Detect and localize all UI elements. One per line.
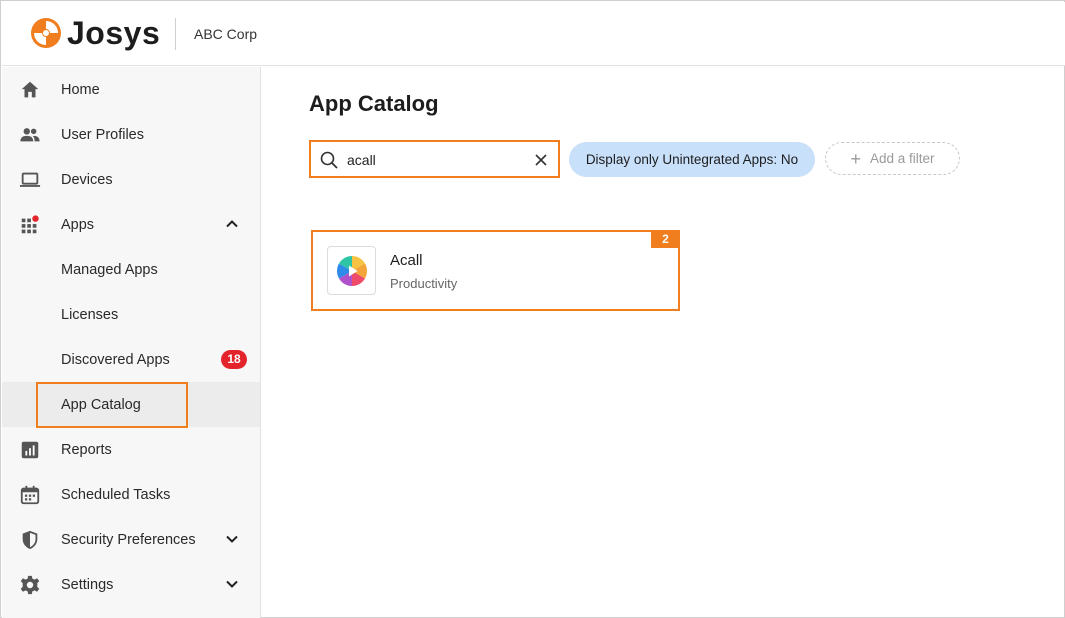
sidebar-item-devices[interactable]: Devices [2,157,260,202]
discovered-apps-count-badge: 18 [221,350,247,369]
sidebar-item-label: Apps [61,216,95,233]
search-icon [320,151,338,169]
sidebar-item-label: Licenses [61,306,119,323]
sidebar-item-home[interactable]: Home [2,67,260,112]
plus-icon: + [850,148,861,169]
sidebar-item-label: Settings [61,576,114,593]
app-window: Josys ABC Corp Home User Profiles Device… [0,0,1065,618]
sidebar-item-label: Reports [61,441,112,458]
sidebar-item-apps[interactable]: Apps [2,202,260,247]
sidebar-item-security-preferences[interactable]: Security Preferences [2,517,260,562]
unintegrated-apps-filter-chip[interactable]: Display only Unintegrated Apps: No [569,142,815,177]
acall-logo-icon [336,256,368,286]
app-category: Productivity [390,276,458,291]
apps-grid-icon [21,215,39,234]
sidebar-item-reports[interactable]: Reports [2,427,260,472]
app-catalog-highlight-box [36,382,188,428]
reports-icon [21,441,39,459]
sidebar-item-user-profiles[interactable]: User Profiles [2,112,260,157]
top-header: Josys ABC Corp [2,2,1065,66]
home-icon [21,81,39,98]
calendar-icon [20,485,40,505]
chevron-up-icon[interactable] [224,216,240,232]
sidebar-item-managed-apps[interactable]: Managed Apps [2,247,260,292]
gear-icon [20,575,40,595]
sidebar-item-label: Security Preferences [61,531,196,548]
brand-name: Josys [67,15,161,51]
chevron-down-icon[interactable] [224,576,240,592]
sidebar-item-licenses[interactable]: Licenses [2,292,260,337]
sidebar-item-scheduled-tasks[interactable]: Scheduled Tasks [2,472,260,517]
org-name: ABC Corp [194,26,258,42]
sidebar-item-label: Home [61,81,100,98]
sidebar-item-discovered-apps[interactable]: Discovered Apps 18 [2,337,260,382]
search-field[interactable] [309,140,560,178]
users-icon [20,128,40,142]
laptop-icon [19,172,41,187]
step-number-badge: 2 [651,230,680,248]
brand-logo[interactable]: Josys [30,15,160,51]
sidebar-item-label: User Profiles [61,126,144,143]
app-name: Acall [390,252,423,269]
sidebar-item-label: Devices [61,171,113,188]
header-divider [175,18,176,50]
sidebar-item-settings[interactable]: Settings [2,562,260,607]
app-card-acall[interactable]: Acall Productivity [311,230,680,311]
chevron-down-icon[interactable] [224,531,240,547]
sidebar-item-label: Managed Apps [61,261,158,278]
filter-chip-label: Display only Unintegrated Apps: No [585,152,799,167]
add-filter-label: Add a filter [869,151,935,166]
sidebar-item-label: Discovered Apps [61,351,170,368]
app-logo [327,246,376,295]
close-icon[interactable] [534,153,548,167]
add-filter-button[interactable]: + Add a filter [825,142,960,175]
shield-icon [22,530,38,550]
search-input[interactable] [347,150,522,170]
page-title: App Catalog [309,91,439,116]
sidebar: Home User Profiles Devices Apps Managed … [2,67,261,618]
sidebar-item-label: Scheduled Tasks [61,486,171,503]
josys-logo-icon [31,18,61,48]
